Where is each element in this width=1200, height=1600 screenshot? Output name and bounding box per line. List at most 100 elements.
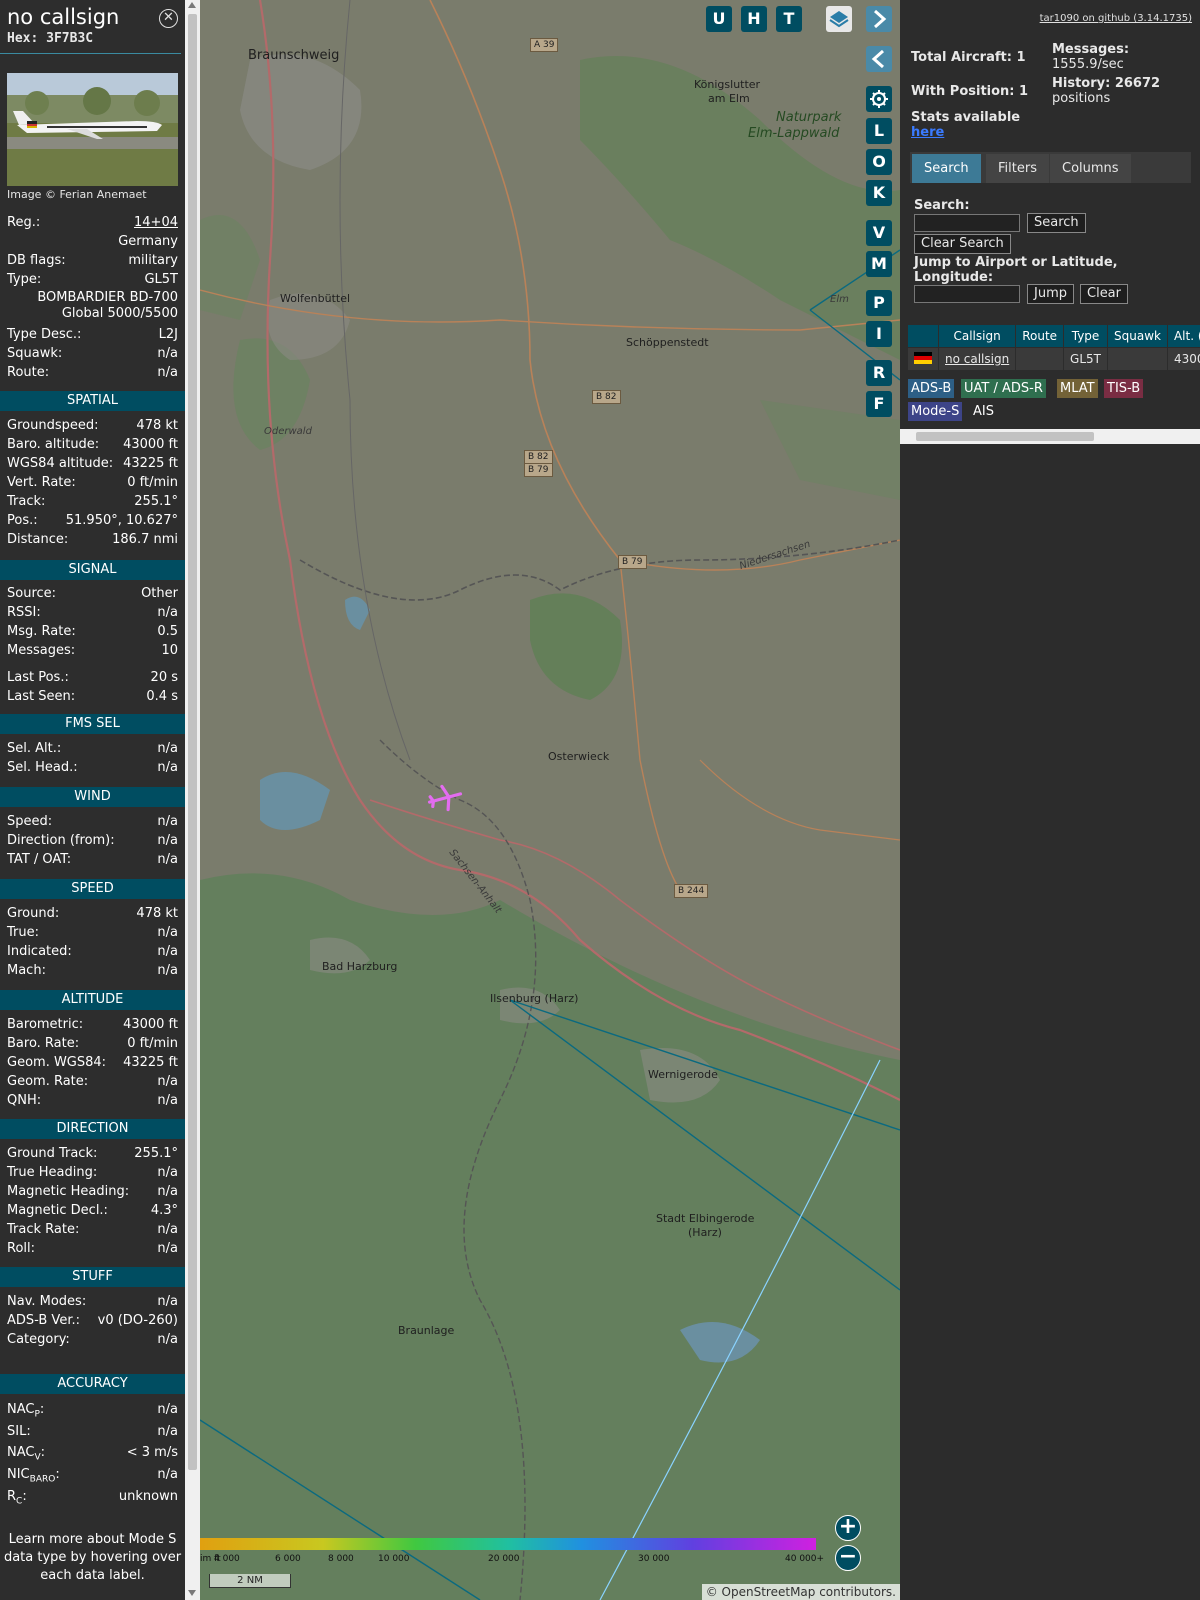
map-button-h[interactable]: H	[741, 6, 767, 32]
tab-filters[interactable]: Filters	[986, 154, 1049, 183]
info-label[interactable]: Nav. Modes:	[7, 1294, 86, 1309]
info-label[interactable]: Magnetic Decl.:	[7, 1203, 108, 1218]
callsign-cell[interactable]: no callsign	[937, 347, 1017, 371]
info-label[interactable]: ADS-B Ver.:	[7, 1313, 80, 1328]
map-canvas[interactable]: Braunschweig Königslutter am Elm Naturpa…	[200, 0, 900, 1600]
info-label[interactable]: Route:	[7, 365, 49, 380]
zoom-out-button[interactable]: −	[835, 1545, 861, 1571]
info-label[interactable]: Reg.:	[7, 215, 40, 230]
info-label[interactable]: Ground:	[7, 906, 59, 921]
info-label[interactable]: QNH:	[7, 1093, 41, 1108]
map-button-v[interactable]: V	[866, 220, 892, 246]
map-attribution[interactable]: © OpenStreetMap contributors.	[701, 1584, 900, 1600]
info-label[interactable]: Pos.:	[7, 513, 38, 528]
map-button-p[interactable]: P	[866, 290, 892, 316]
search-button[interactable]: Search	[1027, 213, 1086, 233]
info-label[interactable]: Category:	[7, 1332, 70, 1347]
settings-button[interactable]	[866, 86, 892, 112]
column-header-altitude[interactable]: Alt. (ft)	[1166, 324, 1200, 348]
collapse-sidebar-button[interactable]	[866, 46, 892, 72]
scroll-up-icon[interactable]	[188, 2, 196, 8]
github-link[interactable]: tar1090 on github (3.14.1735)	[1040, 13, 1192, 24]
info-label[interactable]: Direction (from):	[7, 833, 115, 848]
info-label[interactable]: RSSI:	[7, 605, 41, 620]
zoom-in-button[interactable]: +	[835, 1515, 861, 1541]
info-label[interactable]: Type Desc.:	[7, 327, 81, 342]
info-label[interactable]: Roll:	[7, 1241, 35, 1256]
jump-input[interactable]	[914, 285, 1020, 303]
map-button-o[interactable]: O	[866, 149, 892, 175]
search-input[interactable]	[914, 214, 1020, 232]
info-label[interactable]: Baro. altitude:	[7, 437, 99, 452]
info-label[interactable]: Msg. Rate:	[7, 624, 76, 639]
map-button-r[interactable]: R	[866, 360, 892, 386]
info-label[interactable]: Source:	[7, 586, 56, 601]
map-button-f[interactable]: F	[866, 391, 892, 417]
map-button-l[interactable]: L	[866, 118, 892, 144]
legend-uat[interactable]: UAT / ADS-R	[961, 379, 1046, 398]
scrollbar-thumb[interactable]	[188, 14, 197, 1470]
info-label[interactable]: Track Rate:	[7, 1222, 79, 1237]
layers-button[interactable]	[826, 6, 852, 32]
info-label[interactable]: Geom. WGS84:	[7, 1055, 106, 1070]
info-label[interactable]: Vert. Rate:	[7, 475, 76, 490]
tab-columns[interactable]: Columns	[1050, 154, 1131, 183]
clear-search-button[interactable]: Clear Search	[914, 234, 1011, 254]
info-label[interactable]: Geom. Rate:	[7, 1074, 88, 1089]
info-label[interactable]: Indicated:	[7, 944, 72, 959]
legend-adsb[interactable]: ADS-B	[908, 379, 955, 398]
map-button-u[interactable]: U	[706, 6, 732, 32]
map-button-k[interactable]: K	[866, 180, 892, 206]
info-label[interactable]: WGS84 altitude:	[7, 456, 113, 471]
info-label[interactable]: Sel. Alt.:	[7, 741, 61, 756]
info-label[interactable]: Last Pos.:	[7, 670, 69, 685]
scroll-down-icon[interactable]	[188, 1590, 196, 1596]
info-label[interactable]: NACP:	[7, 1402, 44, 1420]
column-header-type[interactable]: Type	[1063, 324, 1108, 348]
info-label[interactable]: DB flags:	[7, 253, 66, 268]
info-label[interactable]: Distance:	[7, 532, 68, 547]
column-header-squawk[interactable]: Squawk	[1107, 324, 1168, 348]
info-label[interactable]: True:	[7, 925, 39, 940]
expand-sidebar-button[interactable]	[866, 6, 892, 32]
hscroll-thumb[interactable]	[916, 432, 1094, 441]
legend-tisb[interactable]: TIS-B	[1104, 379, 1144, 398]
info-label[interactable]: Groundspeed:	[7, 418, 98, 433]
info-value[interactable]: 14+04	[134, 215, 178, 230]
info-label[interactable]: RC:	[7, 1489, 27, 1507]
info-label[interactable]: Type:	[7, 272, 41, 287]
info-label[interactable]: Track:	[7, 494, 45, 509]
stats-link[interactable]: here	[911, 125, 944, 140]
info-label[interactable]: True Heading:	[7, 1165, 97, 1180]
tab-search[interactable]: Search	[912, 154, 981, 183]
table-horizontal-scrollbar[interactable]	[900, 429, 1200, 444]
column-header-route[interactable]: Route	[1015, 324, 1065, 348]
info-scrollbar[interactable]	[185, 0, 200, 1600]
info-label[interactable]: Messages:	[7, 643, 75, 658]
info-label[interactable]: NACV:	[7, 1445, 45, 1463]
aircraft-photo[interactable]	[7, 73, 178, 186]
jump-button[interactable]: Jump	[1027, 284, 1074, 304]
legend-mlat[interactable]: MLAT	[1057, 379, 1098, 398]
info-label[interactable]: Squawk:	[7, 346, 62, 361]
column-header-callsign[interactable]: Callsign	[937, 324, 1017, 348]
info-label[interactable]: SIL:	[7, 1424, 31, 1439]
info-label[interactable]: Ground Track:	[7, 1146, 97, 1161]
column-header[interactable]	[907, 324, 939, 348]
map-button-t[interactable]: T	[776, 6, 802, 32]
info-label[interactable]: Barometric:	[7, 1017, 83, 1032]
info-label[interactable]: NICBARO:	[7, 1467, 60, 1485]
info-label[interactable]: Sel. Head.:	[7, 760, 78, 775]
clear-button[interactable]: Clear	[1080, 284, 1128, 304]
info-label[interactable]: Speed:	[7, 814, 52, 829]
info-label[interactable]: Mach:	[7, 963, 46, 978]
map-button-i[interactable]: I	[866, 321, 892, 347]
legend-modes[interactable]: Mode-S	[908, 402, 963, 421]
info-label[interactable]: TAT / OAT:	[7, 852, 71, 867]
info-label[interactable]: Baro. Rate:	[7, 1036, 79, 1051]
legend-ais[interactable]: AIS	[970, 402, 997, 421]
table-row[interactable]: no callsign GL5T 43000	[907, 347, 1200, 371]
info-label[interactable]: Magnetic Heading:	[7, 1184, 129, 1199]
close-icon[interactable]: ✕	[159, 9, 178, 28]
map-button-m[interactable]: M	[866, 251, 892, 277]
